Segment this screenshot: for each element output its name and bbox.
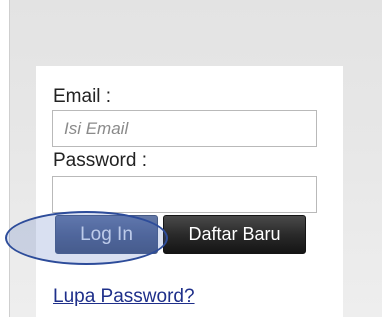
email-input[interactable] (52, 110, 317, 147)
password-label: Password : (53, 150, 147, 171)
forgot-password-link[interactable]: Lupa Password? (53, 286, 195, 308)
login-panel: Email : Password : Log In Daftar Baru Lu… (36, 66, 343, 317)
page-left-edge (0, 0, 10, 317)
register-button[interactable]: Daftar Baru (163, 215, 306, 254)
password-input[interactable] (52, 176, 317, 213)
email-label: Email : (53, 86, 112, 107)
login-button[interactable]: Log In (55, 215, 158, 254)
